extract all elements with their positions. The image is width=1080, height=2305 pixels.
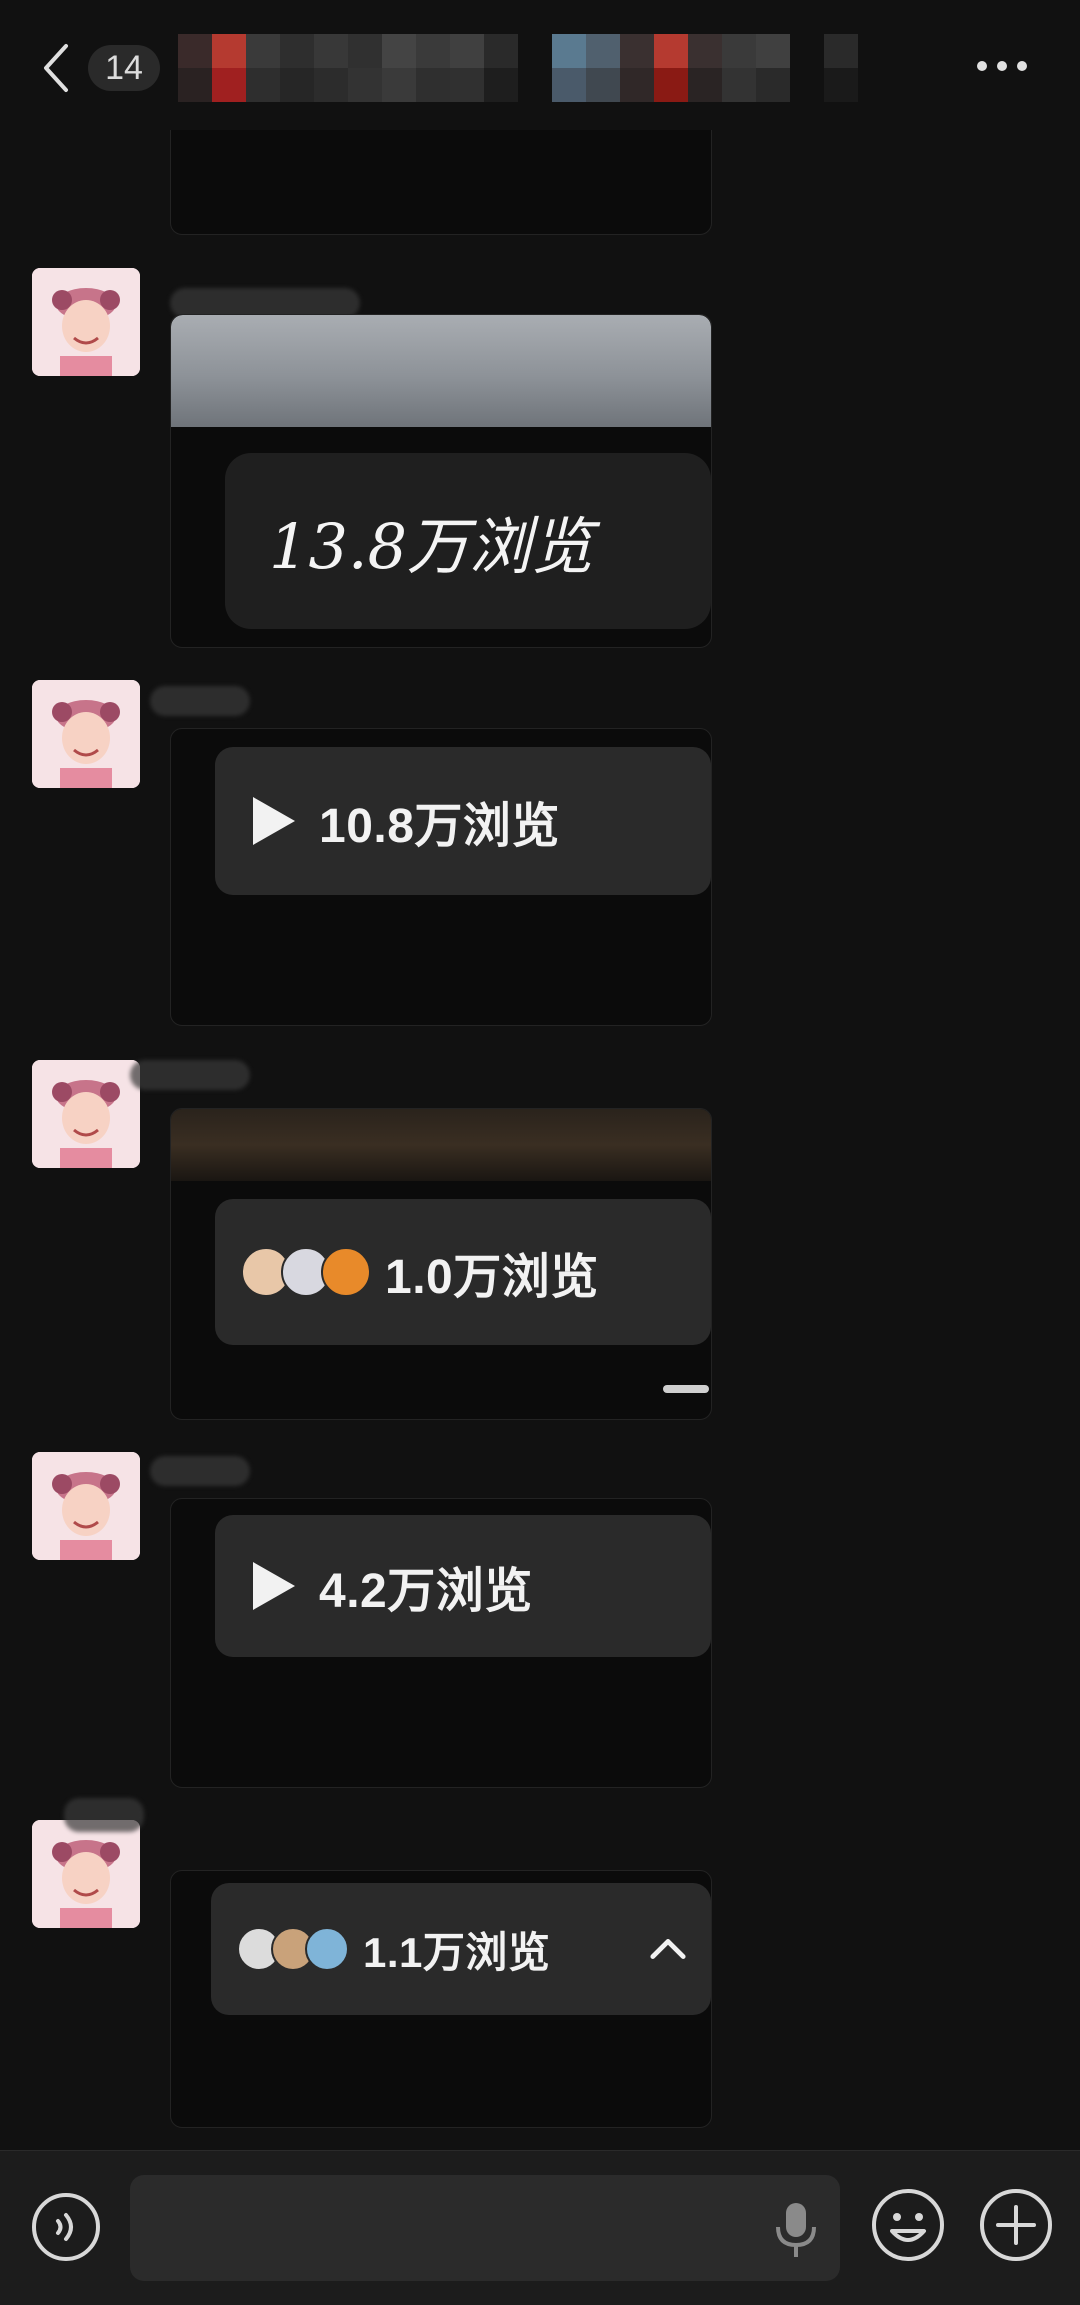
view-count-pill[interactable]: 4.2万浏览	[215, 1515, 711, 1657]
post-card[interactable]: 4.2万浏览	[170, 1498, 712, 1788]
view-count-label: 13.8万浏览	[269, 510, 594, 583]
sender-name	[150, 686, 250, 716]
view-count-pill[interactable]: 1.1万浏览	[211, 1883, 711, 2015]
voice-mode-icon[interactable]	[30, 2191, 102, 2263]
chat-header: 14	[0, 0, 1080, 130]
avatar[interactable]	[32, 680, 140, 788]
microphone-icon[interactable]	[774, 2199, 818, 2259]
viewer-avatar	[321, 1247, 371, 1297]
emoji-icon[interactable]	[870, 2187, 946, 2263]
view-count-pill[interactable]: 10.8万浏览	[215, 747, 711, 895]
play-icon	[253, 1562, 295, 1610]
unread-count-badge[interactable]: 14	[88, 45, 160, 91]
viewer-avatar	[305, 1927, 349, 1971]
post-card[interactable]: 1.1万浏览	[170, 1870, 712, 2128]
view-count-label: 10.8万浏览	[319, 800, 560, 853]
avatar[interactable]	[32, 1452, 140, 1560]
view-count-label: 4.2万浏览	[319, 1565, 533, 1618]
post-thumbnail	[171, 315, 711, 427]
post-thumbnail	[171, 1109, 711, 1181]
chat-title	[178, 34, 858, 104]
message-input[interactable]	[130, 2175, 840, 2281]
input-bar	[0, 2150, 1080, 2305]
plus-circle-icon[interactable]	[978, 2187, 1054, 2263]
view-count-label: 1.1万浏览	[363, 1928, 551, 1976]
more-horizontal-icon[interactable]	[976, 60, 1028, 72]
scroll-handle	[663, 1385, 709, 1393]
view-count-pill[interactable]: 13.8万浏览	[225, 453, 711, 629]
avatar[interactable]	[32, 268, 140, 376]
post-card[interactable]: 13.8万浏览	[170, 314, 712, 648]
sender-name	[150, 1456, 250, 1486]
view-count-pill[interactable]: 1.0万浏览	[215, 1199, 711, 1345]
sender-name	[64, 1798, 144, 1832]
play-icon	[253, 797, 295, 845]
sender-name	[130, 1060, 250, 1090]
viewer-avatars	[241, 1247, 371, 1297]
view-count-label: 1.0万浏览	[385, 1251, 599, 1304]
message-card-partial[interactable]	[170, 130, 712, 235]
post-card[interactable]: 10.8万浏览	[170, 728, 712, 1026]
avatar[interactable]	[32, 1820, 140, 1928]
chevron-up-icon[interactable]	[649, 1937, 687, 1961]
post-card[interactable]: 1.0万浏览	[170, 1108, 712, 1420]
viewer-avatars	[237, 1927, 349, 1971]
avatar[interactable]	[32, 1060, 140, 1168]
chevron-left-icon[interactable]	[36, 40, 76, 96]
